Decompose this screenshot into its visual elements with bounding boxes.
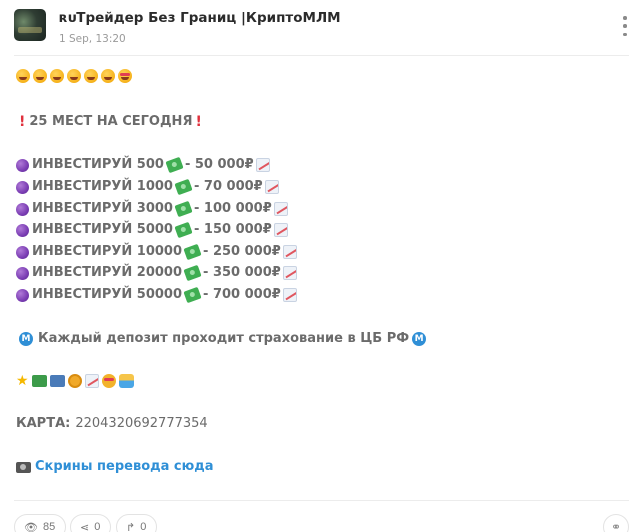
laughing-face-icon <box>84 69 98 83</box>
invest-row: ИНВЕСТИРУЙ 20000 - 350 000₽ <box>16 263 297 283</box>
invest-result: - 70 000₽ <box>193 179 263 194</box>
invest-label: ИНВЕСТИРУЙ 500 <box>32 157 164 172</box>
purple-circle-icon <box>16 158 29 172</box>
purple-circle-icon <box>16 202 29 216</box>
invest-row: ИНВЕСТИРУЙ 3000 - 100 000₽ <box>16 199 288 219</box>
metro-m-icon: M <box>19 332 33 346</box>
divider <box>14 500 629 501</box>
divider <box>14 55 629 56</box>
purple-circle-icon <box>16 180 29 194</box>
post-header: ʀᴜТрейдер Без Границ |КриптоМЛМ 1 Sep, 1… <box>0 0 639 56</box>
swimmer-icon <box>118 374 134 388</box>
forward-button[interactable]: ↱ 0 <box>116 514 158 532</box>
money-icon <box>174 178 193 196</box>
coin-icon <box>67 374 82 388</box>
camera-icon <box>16 461 31 473</box>
money-icon <box>183 264 202 282</box>
star-struck-face-icon <box>101 374 116 388</box>
insurance-text: Каждый депозит проходит страхование в ЦБ… <box>38 331 410 346</box>
invest-result: - 50 000₽ <box>184 157 254 172</box>
invest-result: - 350 000₽ <box>203 265 281 280</box>
channel-avatar[interactable] <box>14 9 46 41</box>
invest-row: ИНВЕСТИРУЙ 500 - 50 000₽ <box>16 155 270 175</box>
chart-increasing-icon <box>273 202 288 216</box>
money-icon <box>174 200 193 218</box>
chart-increasing-icon <box>282 266 297 280</box>
screenshots-link[interactable]: Скрины перевода сюда <box>35 457 214 477</box>
exclamation-icon: ! <box>19 114 26 130</box>
more-options-icon[interactable] <box>619 16 631 36</box>
chart-increasing-icon <box>273 223 288 237</box>
chart-increasing-icon <box>282 288 297 302</box>
copy-link-button[interactable]: ⚭ <box>603 514 629 532</box>
invest-label: ИНВЕСТИРУЙ 10000 <box>32 244 183 259</box>
emoji-row-bottom: ★ <box>16 371 134 391</box>
link-icon: ⚭ <box>610 520 622 532</box>
invest-label: ИНВЕСТИРУЙ 20000 <box>32 265 183 280</box>
insurance-line: M Каждый депозит проходит страхование в … <box>16 329 429 349</box>
yum-face-icon <box>101 69 115 83</box>
forward-arrow-icon: ↱ <box>126 521 136 532</box>
chart-increasing-icon <box>84 374 99 388</box>
share-button[interactable]: ⋖ 0 <box>70 514 112 532</box>
purple-circle-icon <box>16 288 29 302</box>
metro-m-icon: M <box>412 332 427 346</box>
heart-eyes-face-icon <box>118 69 132 83</box>
forwards-count: 0 <box>140 521 147 532</box>
invest-result: - 100 000₽ <box>193 201 272 216</box>
views-counter[interactable]: 👁 85 <box>14 514 67 532</box>
invest-label: ИНВЕСТИРУЙ 50000 <box>32 287 183 302</box>
invest-result: - 700 000₽ <box>203 287 281 302</box>
headline-line: ! 25 МЕСТ НА СЕГОДНЯ ! <box>16 112 206 132</box>
banknote-icon <box>49 375 65 387</box>
invest-row: ИНВЕСТИРУЙ 5000 - 150 000₽ <box>16 220 288 240</box>
invest-label: ИНВЕСТИРУЙ 3000 <box>32 201 173 216</box>
purple-circle-icon <box>16 223 29 237</box>
card-number: 2204320692777354 <box>75 416 208 431</box>
money-icon <box>174 221 193 239</box>
invest-row: ИНВЕСТИРУЙ 50000 - 700 000₽ <box>16 285 297 305</box>
pleading-face-icon <box>67 69 81 83</box>
shares-count: 0 <box>94 521 101 532</box>
grinning-face-icon <box>16 69 30 83</box>
grimacing-face-icon <box>50 69 64 83</box>
screenshots-line: Скрины перевода сюда <box>16 457 214 477</box>
smiling-face-icon <box>33 69 47 83</box>
channel-name[interactable]: ʀᴜТрейдер Без Границ |КриптоМЛМ <box>59 10 341 26</box>
money-icon <box>183 286 202 304</box>
chart-increasing-icon <box>255 158 270 172</box>
chart-increasing-icon <box>282 245 297 259</box>
post-date: 1 Sep, 13:20 <box>59 33 126 45</box>
purple-circle-icon <box>16 245 29 259</box>
money-icon <box>183 243 202 261</box>
purple-circle-icon <box>16 266 29 280</box>
emoji-row-top <box>16 66 135 86</box>
exclamation-icon: ! <box>195 114 202 130</box>
card-label: КАРТА: <box>16 416 71 431</box>
invest-result: - 150 000₽ <box>193 222 272 237</box>
invest-row: ИНВЕСТИРУЙ 10000 - 250 000₽ <box>16 242 297 262</box>
headline: 25 МЕСТ НА СЕГОДНЯ <box>29 114 193 129</box>
share-icon: ⋖ <box>80 521 90 532</box>
dollar-banknote-icon <box>31 375 47 387</box>
star-icon: ★ <box>16 373 29 389</box>
invest-row: ИНВЕСТИРУЙ 1000 - 70 000₽ <box>16 177 279 197</box>
card-line: КАРТА: 2204320692777354 <box>16 414 208 434</box>
money-icon <box>165 156 184 174</box>
invest-label: ИНВЕСТИРУЙ 5000 <box>32 222 173 237</box>
invest-result: - 250 000₽ <box>203 244 281 259</box>
chart-increasing-icon <box>264 180 279 194</box>
views-count: 85 <box>42 521 56 532</box>
invest-label: ИНВЕСТИРУЙ 1000 <box>32 179 173 194</box>
eye-icon: 👁 <box>24 521 38 532</box>
